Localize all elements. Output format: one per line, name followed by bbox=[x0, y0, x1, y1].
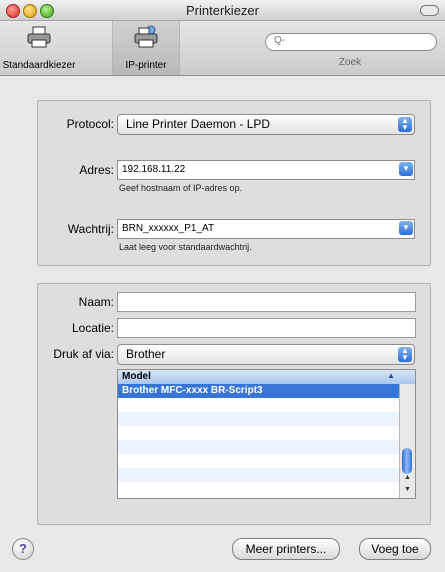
popup-arrows-icon: ▲ ▼ bbox=[398, 347, 412, 362]
queue-value: BRN_xxxxxx_P1_AT bbox=[122, 223, 215, 234]
location-field[interactable] bbox=[117, 318, 416, 338]
address-value: 192.168.11.22 bbox=[122, 164, 186, 175]
model-list[interactable]: Model ▲ Brother MFC-xxxx BR-Script3 ▲ ▼ bbox=[117, 369, 416, 499]
list-item[interactable] bbox=[118, 454, 400, 468]
list-item[interactable] bbox=[118, 398, 400, 412]
location-label: Locatie: bbox=[71, 321, 114, 335]
list-item[interactable] bbox=[118, 412, 400, 426]
name-label: Naam: bbox=[78, 295, 114, 309]
protocol-popup[interactable]: Line Printer Daemon - LPD ▲ ▼ bbox=[117, 114, 415, 135]
toolbar-label: Standaardkiezer bbox=[2, 60, 76, 71]
model-name: Brother MFC-xxxx BR-Script3 bbox=[122, 385, 263, 396]
queue-label: Wachtrij: bbox=[67, 222, 114, 236]
toolbar-ip-printer[interactable]: IP-printer bbox=[112, 21, 180, 75]
title-bar[interactable]: Printerkiezer bbox=[0, 0, 445, 21]
popup-arrows-icon: ▲ ▼ bbox=[398, 117, 412, 132]
printer-browser-window: Printerkiezer Standaardkiezer IP-printer… bbox=[0, 0, 445, 572]
printer-icon bbox=[27, 26, 51, 48]
print-via-popup[interactable]: Brother ▲ ▼ bbox=[117, 344, 415, 365]
network-printer-icon bbox=[134, 25, 158, 48]
protocol-value: Line Printer Daemon - LPD bbox=[126, 117, 271, 131]
toolbar-label: IP-printer bbox=[125, 60, 167, 71]
print-via-value: Brother bbox=[126, 347, 166, 361]
more-printers-button[interactable]: Meer printers... bbox=[232, 538, 340, 560]
queue-input[interactable]: BRN_xxxxxx_P1_AT ▼ bbox=[117, 219, 415, 239]
list-item[interactable] bbox=[118, 482, 400, 496]
list-scrollbar[interactable]: ▲ ▼ bbox=[399, 384, 415, 498]
list-item[interactable]: Brother MFC-xxxx BR-Script3 bbox=[118, 384, 400, 398]
window-title: Printerkiezer bbox=[186, 3, 259, 18]
address-label: Adres: bbox=[79, 163, 114, 177]
name-field[interactable] bbox=[117, 292, 416, 312]
scroll-up-icon[interactable]: ▲ bbox=[400, 472, 415, 484]
search-label: Zoek bbox=[338, 57, 362, 68]
sort-ascending-icon: ▲ bbox=[387, 371, 395, 380]
search-icon: Q- bbox=[274, 35, 286, 46]
queue-hint: Laat leeg voor standaardwachtrij. bbox=[119, 242, 252, 252]
list-item[interactable] bbox=[118, 426, 400, 440]
toolbar-default-browser[interactable]: Standaardkiezer bbox=[0, 21, 78, 75]
list-item[interactable] bbox=[118, 468, 400, 482]
scrollbar-thumb[interactable] bbox=[402, 448, 412, 474]
chevron-down-icon[interactable]: ▼ bbox=[399, 162, 413, 176]
toolbar: Standaardkiezer IP-printer Q- Zoek bbox=[0, 21, 445, 76]
help-button[interactable]: ? bbox=[12, 538, 34, 560]
protocol-label: Protocol: bbox=[66, 117, 114, 131]
search-input[interactable]: Q- bbox=[265, 33, 437, 51]
list-item[interactable] bbox=[118, 440, 400, 454]
address-hint: Geef hostnaam of IP-adres op. bbox=[119, 183, 243, 193]
scroll-down-icon[interactable]: ▼ bbox=[400, 484, 415, 496]
toolbar-toggle-button[interactable] bbox=[420, 5, 439, 16]
address-input[interactable]: 192.168.11.22 ▼ bbox=[117, 160, 415, 180]
model-header-label: Model bbox=[122, 371, 151, 382]
add-button[interactable]: Voeg toe bbox=[359, 538, 431, 560]
chevron-down-icon[interactable]: ▼ bbox=[399, 221, 413, 235]
model-column-header[interactable]: Model ▲ bbox=[118, 370, 415, 385]
print-via-label: Druk af via: bbox=[53, 347, 114, 361]
